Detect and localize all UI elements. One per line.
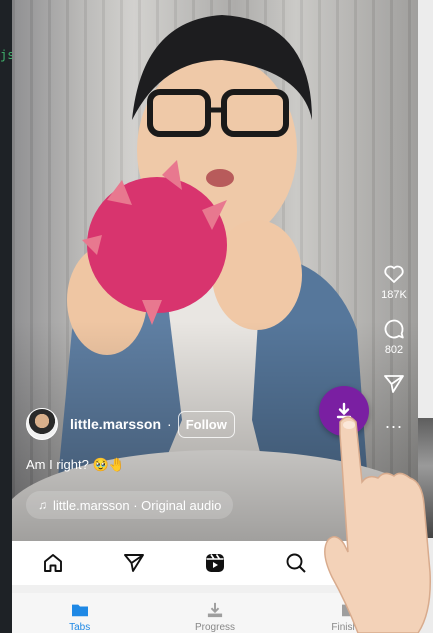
heart-icon [384,265,404,283]
download-icon [336,402,352,419]
share-button[interactable] [382,372,406,396]
more-options-button[interactable]: ... [385,412,403,433]
reel-actions: 187K 802 ... [380,262,408,433]
phone-screen: 187K 802 ... little.marsson · Follow Am … [12,0,418,633]
comment-count: 802 [384,344,404,356]
tab-label: Progress [194,622,235,633]
download-fab[interactable] [319,386,369,436]
nav-profile[interactable] [336,551,417,575]
nav-direct[interactable] [93,551,174,575]
send-icon [384,375,404,393]
tab-tabs[interactable]: Tabs [12,593,147,633]
folder-icon [71,604,88,617]
background-window [418,0,433,633]
download-icon [207,602,223,618]
comment-icon [384,319,404,339]
instagram-bottom-nav [12,541,418,585]
follow-button[interactable]: Follow [177,410,235,438]
reel-video[interactable]: 187K 802 ... little.marsson · Follow Am … [12,0,418,541]
folder-icon [342,604,359,617]
tab-label: Finished [331,622,370,633]
author-separator: · [167,416,172,432]
avatar[interactable] [26,408,58,440]
tab-label: Tabs [69,622,91,633]
send-icon [123,554,144,572]
background-photo [418,418,433,538]
screen: js 187K 802 ... little.marsson · Follow … [0,0,433,633]
profile-icon [367,554,386,572]
reels-icon [205,554,224,572]
author-username[interactable]: little.marsson [70,416,161,432]
audio-label: little.marsson · Original audio [53,497,222,513]
like-button[interactable]: 187K [381,262,407,301]
search-icon [286,553,306,573]
nav-home[interactable] [12,551,93,575]
tab-progress[interactable]: Progress [147,593,282,633]
divider [12,585,418,593]
audio-attribution[interactable]: ♫ little.marsson · Original audio [26,491,234,519]
nav-search[interactable] [255,551,336,575]
comment-button[interactable]: 802 [382,317,406,356]
like-count: 187K [381,289,407,301]
reel-caption[interactable]: Am I right? 🥹🤚 [26,457,125,473]
home-icon [43,554,62,572]
nav-reels[interactable] [174,551,255,575]
tab-finished[interactable]: Finished [283,593,418,633]
code-editor-strip: js [0,0,14,633]
reel-author-row: little.marsson · Follow [26,408,235,440]
app-tab-bar: Tabs Progress Finished [12,593,418,633]
music-note-icon: ♫ [38,498,47,512]
